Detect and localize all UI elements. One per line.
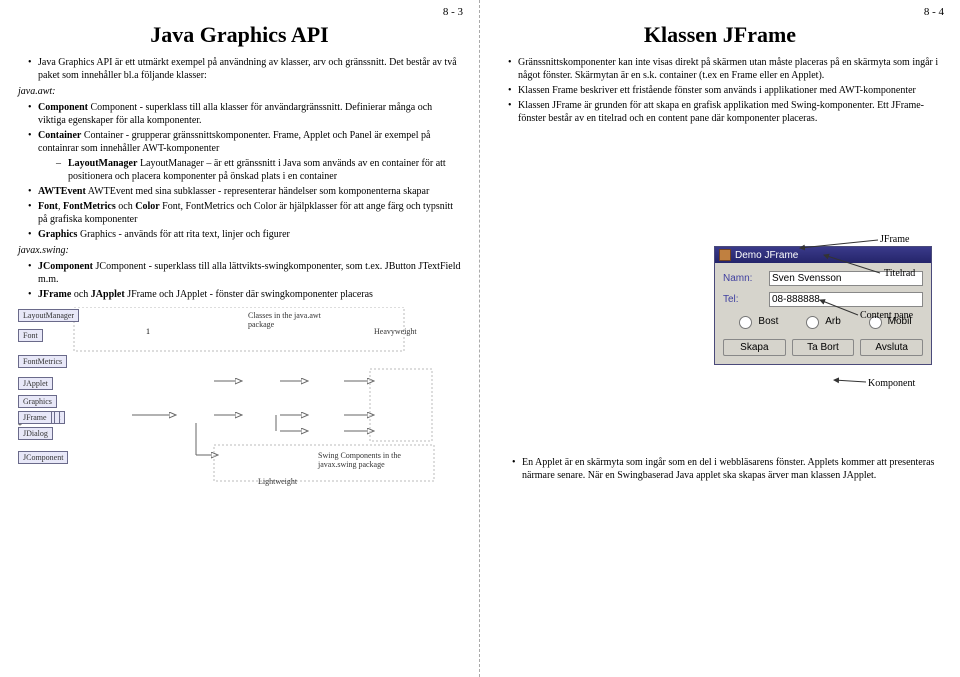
dgbox-jdialog: JDialog — [18, 427, 53, 440]
dgbox-font: Font — [18, 329, 43, 342]
page-number-left: 8 - 3 — [443, 6, 463, 18]
slide-right: 8 - 4 Klassen JFrame Gränssnittskomponen… — [480, 0, 960, 677]
dg-label-heavy: Heavyweight — [374, 327, 417, 336]
dgbox-graphics: Graphics — [18, 395, 57, 408]
title-left: Java Graphics API — [18, 22, 461, 48]
awt-item: Container Container - grupperar gränssni… — [28, 129, 461, 183]
dg-label-awt: Classes in the java.awt package — [248, 311, 338, 329]
pkg-swing-label: javax.swing: — [18, 245, 461, 256]
right-bullet-foot: En Applet är en skärmyta som ingår som e… — [512, 456, 942, 482]
dgbox-jcomponent: JComponent — [18, 451, 68, 464]
swing-item: JFrame och JApplet JFrame och JApplet - … — [28, 288, 461, 301]
dg-one: 1 — [146, 327, 150, 336]
dgbox-jframe: JFrame — [18, 411, 52, 424]
awt-item: AWTEvent AWTEvent med sina subklasser - … — [28, 185, 461, 198]
awt-item: Font, FontMetrics och Color Font, FontMe… — [28, 200, 461, 226]
dgbox-layoutmanager: LayoutManager — [18, 309, 79, 322]
awt-item: Component Component - superklass till al… — [28, 101, 461, 127]
dg-label-swing: Swing Components in the javax.swing pack… — [318, 451, 428, 469]
dgbox-japplet: JApplet — [18, 377, 53, 390]
pkg-awt-label: java.awt: — [18, 86, 461, 97]
dg-label-light: Lightweight — [258, 477, 297, 486]
class-diagram: Object AWTEvent Font LayoutManager FontM… — [18, 307, 458, 487]
swing-item: JComponent JComponent - superklass till … — [28, 260, 461, 286]
intro-item: Java Graphics API är ett utmärkt exempel… — [28, 56, 461, 82]
dgbox-fontmetrics: FontMetrics — [18, 355, 67, 368]
awt-item: Graphics Graphics - används för att rita… — [28, 228, 461, 241]
slide-left: 8 - 3 Java Graphics API Java Graphics AP… — [0, 0, 480, 677]
awt-sub-item: LayoutManager LayoutManager – är ett grä… — [56, 157, 461, 183]
